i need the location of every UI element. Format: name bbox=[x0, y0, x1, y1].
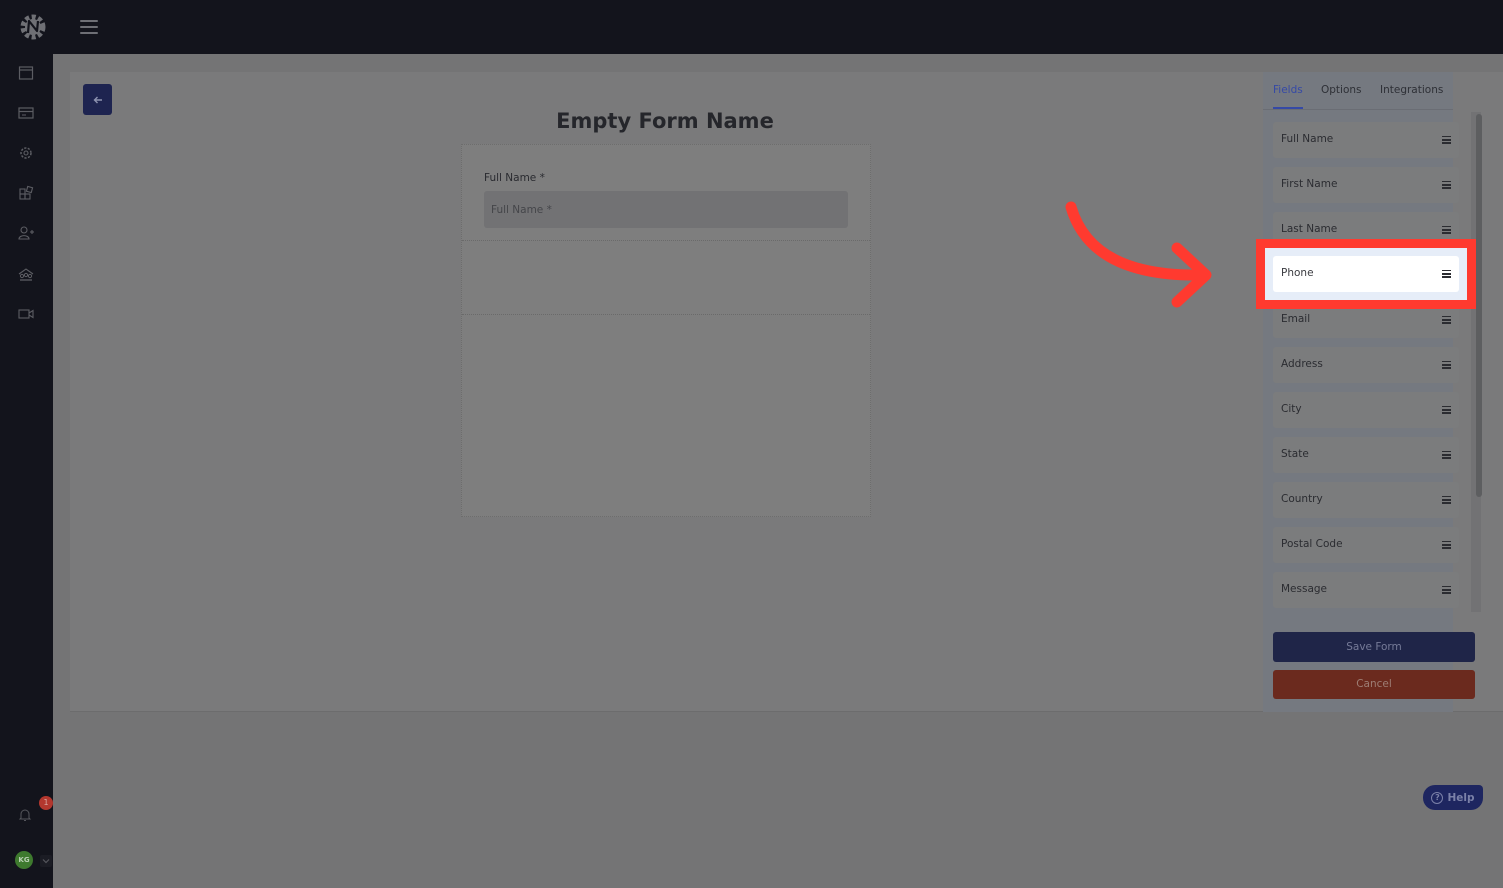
active-tab-indicator bbox=[1273, 107, 1303, 109]
fields-panel: Fields Options Integrations Full Name Fi… bbox=[1263, 72, 1482, 712]
video-camera-icon bbox=[18, 309, 34, 319]
drag-handle-icon[interactable] bbox=[1442, 361, 1451, 369]
drag-handle-icon[interactable] bbox=[1442, 586, 1451, 594]
sidebar-item-videos[interactable] bbox=[17, 305, 35, 323]
panel-tabs: Fields Options Integrations bbox=[1263, 72, 1453, 110]
user-avatar[interactable]: KG bbox=[15, 851, 33, 869]
field-type-state[interactable]: State bbox=[1273, 437, 1459, 473]
field-type-phone[interactable]: Phone bbox=[1273, 256, 1459, 292]
cancel-button[interactable]: Cancel bbox=[1273, 670, 1475, 699]
drag-handle-icon[interactable] bbox=[1442, 181, 1451, 189]
sidebar-item-settings[interactable] bbox=[17, 144, 35, 162]
field-type-full-name[interactable]: Full Name bbox=[1273, 122, 1459, 158]
form-title[interactable]: Empty Form Name bbox=[460, 109, 870, 133]
integrations-puzzle-icon bbox=[19, 185, 34, 200]
drag-handle-icon[interactable] bbox=[1442, 451, 1451, 459]
save-form-button[interactable]: Save Form bbox=[1273, 632, 1475, 662]
back-button[interactable] bbox=[83, 84, 112, 115]
team-icon bbox=[18, 268, 34, 281]
drag-handle-icon[interactable] bbox=[1442, 496, 1451, 504]
form-editor: Empty Form Name Full Name * Fields Optio… bbox=[70, 72, 1503, 712]
drag-handle-icon[interactable] bbox=[1442, 226, 1451, 234]
help-button[interactable]: ? Help bbox=[1423, 785, 1483, 810]
field-type-message[interactable]: Message bbox=[1273, 572, 1459, 608]
sidebar-item-sites[interactable] bbox=[17, 64, 35, 82]
drag-handle-icon[interactable] bbox=[1442, 406, 1451, 414]
sidebar-item-integrations[interactable] bbox=[17, 184, 35, 202]
full-name-input[interactable] bbox=[484, 191, 848, 228]
hamburger-menu-icon[interactable] bbox=[80, 20, 98, 36]
notification-badge: 1 bbox=[39, 796, 53, 810]
form-field-row[interactable]: Full Name * bbox=[462, 145, 870, 241]
left-sidebar: 1 KG bbox=[0, 54, 53, 888]
drag-handle-icon[interactable] bbox=[1442, 136, 1451, 144]
field-type-list: Full Name First Name Last Name Email Add… bbox=[1273, 122, 1459, 617]
field-type-address[interactable]: Address bbox=[1273, 347, 1459, 383]
browser-window-icon bbox=[18, 66, 34, 80]
gear-n-logo-icon[interactable] bbox=[18, 12, 48, 42]
top-bar bbox=[0, 0, 1503, 54]
sidebar-item-users[interactable] bbox=[17, 224, 35, 242]
form-canvas: Full Name * bbox=[461, 144, 871, 517]
field-type-postal-code[interactable]: Postal Code bbox=[1273, 527, 1459, 563]
settings-gear-icon bbox=[20, 147, 32, 159]
chevron-down-icon[interactable] bbox=[40, 855, 52, 867]
tab-options[interactable]: Options bbox=[1321, 84, 1362, 96]
sidebar-item-billing[interactable] bbox=[17, 104, 35, 122]
credit-card-icon bbox=[18, 107, 34, 119]
question-circle-icon: ? bbox=[1431, 791, 1444, 804]
field-type-country[interactable]: Country bbox=[1273, 482, 1459, 518]
help-label: Help bbox=[1447, 791, 1475, 804]
drag-handle-icon[interactable] bbox=[1442, 541, 1451, 549]
arrow-left-icon bbox=[93, 96, 102, 103]
field-type-city[interactable]: City bbox=[1273, 392, 1459, 428]
add-user-icon bbox=[18, 226, 34, 240]
field-list-scrollbar-thumb[interactable] bbox=[1476, 114, 1482, 497]
annotation-arrow-icon bbox=[1065, 201, 1212, 308]
bell-icon[interactable] bbox=[17, 807, 33, 823]
tab-fields[interactable]: Fields bbox=[1273, 84, 1303, 96]
drag-handle-icon[interactable] bbox=[1442, 270, 1451, 278]
empty-drop-row[interactable] bbox=[462, 241, 870, 315]
sidebar-item-team[interactable] bbox=[17, 265, 35, 283]
tab-integrations[interactable]: Integrations bbox=[1380, 84, 1443, 96]
drag-handle-icon[interactable] bbox=[1442, 316, 1451, 324]
field-type-first-name[interactable]: First Name bbox=[1273, 167, 1459, 203]
field-label: Full Name * bbox=[484, 172, 545, 184]
